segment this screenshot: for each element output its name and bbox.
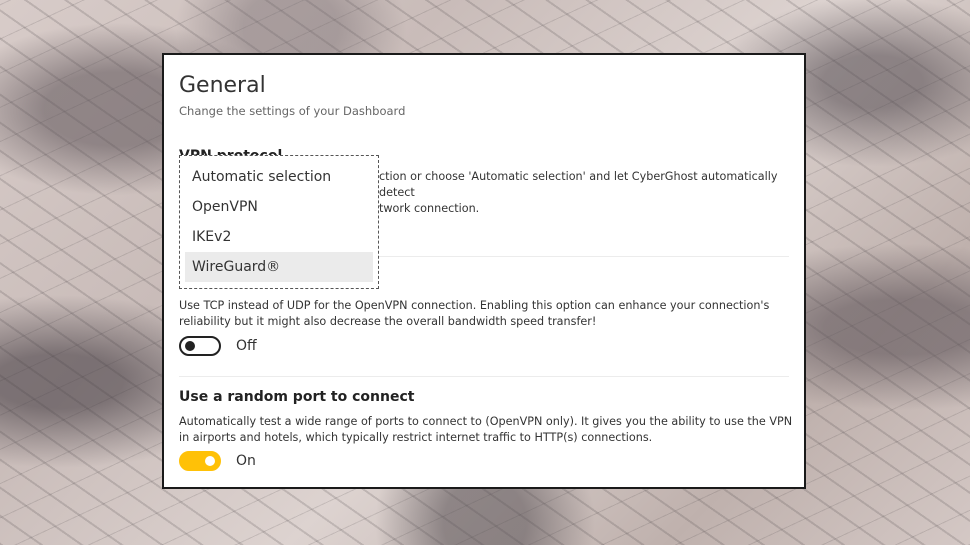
- tcp-description: Use TCP instead of UDP for the OpenVPN c…: [179, 299, 770, 328]
- vpn-protocol-description-line1: ction or choose 'Automatic selection' an…: [379, 170, 778, 199]
- settings-panel: General Change the settings of your Dash…: [162, 53, 806, 489]
- random-port-toggle-label: On: [236, 453, 256, 469]
- section-divider: [179, 376, 789, 377]
- random-port-toggle[interactable]: [179, 451, 221, 471]
- toggle-knob: [185, 341, 195, 351]
- tcp-toggle[interactable]: [179, 336, 221, 356]
- dropdown-option-automatic[interactable]: Automatic selection: [185, 162, 373, 192]
- dropdown-option-openvpn[interactable]: OpenVPN: [185, 192, 373, 222]
- random-port-description: Automatically test a wide range of ports…: [179, 415, 793, 444]
- toggle-knob: [205, 456, 215, 466]
- page-subtitle: Change the settings of your Dashboard: [179, 104, 406, 118]
- vpn-protocol-description-line2: twork connection.: [379, 202, 480, 215]
- random-port-title: Use a random port to connect: [179, 389, 415, 405]
- page-title: General: [179, 73, 266, 98]
- tcp-toggle-label: Off: [236, 338, 257, 354]
- vpn-protocol-description: ction or choose 'Automatic selection' an…: [379, 169, 799, 217]
- dropdown-option-wireguard[interactable]: WireGuard®: [185, 252, 373, 282]
- vpn-protocol-dropdown[interactable]: Automatic selection OpenVPN IKEv2 WireGu…: [179, 155, 379, 289]
- dropdown-option-ikev2[interactable]: IKEv2: [185, 222, 373, 252]
